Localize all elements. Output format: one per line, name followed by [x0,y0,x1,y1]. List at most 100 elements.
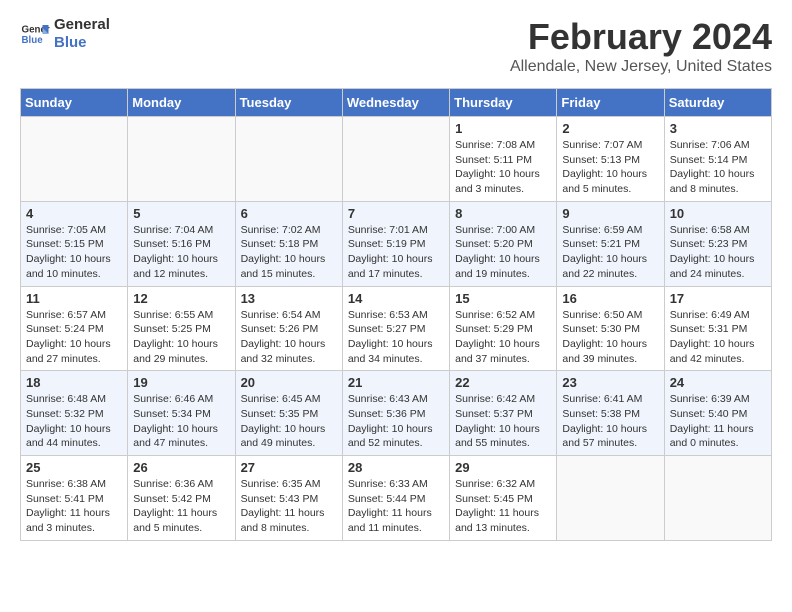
col-header-thursday: Thursday [450,89,557,117]
day-info: Sunrise: 6:48 AMSunset: 5:32 PMDaylight:… [26,392,122,451]
calendar-week-2: 4 Sunrise: 7:05 AMSunset: 5:15 PMDaylight… [21,201,772,286]
day-number: 21 [348,375,444,390]
calendar-day: 16Sunrise: 6:50 AMSunset: 5:30 PMDayligh… [557,286,664,371]
calendar-day: 22 Sunrise: 6:42 AMSunset: 5:37 PMDayligh… [450,371,557,456]
calendar-day: 11 Sunrise: 6:57 AMSunset: 5:24 PMDayligh… [21,286,128,371]
calendar-day: 10 Sunrise: 6:58 AMSunset: 5:23 PMDayligh… [664,201,771,286]
day-number: 4 [26,206,122,221]
calendar-day: 24 Sunrise: 6:39 AMSunset: 5:40 PMDayligh… [664,371,771,456]
day-number: 14 [348,291,444,306]
calendar-day: 8Sunrise: 7:00 AMSunset: 5:20 PMDaylight… [450,201,557,286]
day-number: 23 [562,375,658,390]
day-info: Sunrise: 6:57 AMSunset: 5:24 PMDaylight:… [26,308,122,367]
calendar-week-3: 11 Sunrise: 6:57 AMSunset: 5:24 PMDayligh… [21,286,772,371]
day-number: 12 [133,291,229,306]
day-info: Sunrise: 6:53 AMSunset: 5:27 PMDaylight:… [348,308,444,367]
logo: General Blue General Blue [20,16,110,52]
day-number: 22 [455,375,551,390]
calendar-day: 18 Sunrise: 6:48 AMSunset: 5:32 PMDayligh… [21,371,128,456]
calendar-day: 1 Sunrise: 7:08 AMSunset: 5:11 PMDaylight… [450,117,557,202]
calendar-week-1: 1 Sunrise: 7:08 AMSunset: 5:11 PMDaylight… [21,117,772,202]
day-info: Sunrise: 6:54 AMSunset: 5:26 PMDaylight:… [241,308,337,367]
day-info: Sunrise: 6:59 AMSunset: 5:21 PMDaylight:… [562,223,658,282]
month-title: February 2024 [510,16,772,58]
calendar-day: 15Sunrise: 6:52 AMSunset: 5:29 PMDayligh… [450,286,557,371]
day-number: 17 [670,291,766,306]
day-info: Sunrise: 6:38 AMSunset: 5:41 PMDaylight:… [26,477,122,536]
day-info: Sunrise: 7:05 AMSunset: 5:15 PMDaylight:… [26,223,122,282]
calendar-day [128,117,235,202]
day-number: 2 [562,121,658,136]
col-header-sunday: Sunday [21,89,128,117]
day-number: 28 [348,460,444,475]
day-number: 10 [670,206,766,221]
location-title: Allendale, New Jersey, United States [510,58,772,76]
col-header-saturday: Saturday [664,89,771,117]
day-info: Sunrise: 7:01 AMSunset: 5:19 PMDaylight:… [348,223,444,282]
calendar-day: 17Sunrise: 6:49 AMSunset: 5:31 PMDayligh… [664,286,771,371]
day-number: 13 [241,291,337,306]
calendar-day: 14 Sunrise: 6:53 AMSunset: 5:27 PMDayligh… [342,286,449,371]
day-number: 24 [670,375,766,390]
calendar-day: 13 Sunrise: 6:54 AMSunset: 5:26 PMDayligh… [235,286,342,371]
logo-text-blue: Blue [54,34,110,52]
logo-icon: General Blue [20,19,50,49]
calendar-day: 26 Sunrise: 6:36 AMSunset: 5:42 PMDayligh… [128,456,235,541]
calendar-table: SundayMondayTuesdayWednesdayThursdayFrid… [20,88,772,541]
calendar-day [235,117,342,202]
calendar-day: 4 Sunrise: 7:05 AMSunset: 5:15 PMDaylight… [21,201,128,286]
day-number: 11 [26,291,122,306]
day-info: Sunrise: 7:07 AMSunset: 5:13 PMDaylight:… [562,138,658,197]
day-info: Sunrise: 6:45 AMSunset: 5:35 PMDaylight:… [241,392,337,451]
day-number: 6 [241,206,337,221]
day-number: 1 [455,121,551,136]
day-number: 19 [133,375,229,390]
day-info: Sunrise: 7:08 AMSunset: 5:11 PMDaylight:… [455,138,551,197]
day-number: 18 [26,375,122,390]
day-number: 25 [26,460,122,475]
day-info: Sunrise: 6:41 AMSunset: 5:38 PMDaylight:… [562,392,658,451]
calendar-day [21,117,128,202]
day-number: 16 [562,291,658,306]
day-info: Sunrise: 6:55 AMSunset: 5:25 PMDaylight:… [133,308,229,367]
calendar-day: 3Sunrise: 7:06 AMSunset: 5:14 PMDaylight… [664,117,771,202]
svg-text:Blue: Blue [22,35,44,46]
calendar-day: 28 Sunrise: 6:33 AMSunset: 5:44 PMDayligh… [342,456,449,541]
calendar-day [342,117,449,202]
day-number: 5 [133,206,229,221]
day-info: Sunrise: 6:33 AMSunset: 5:44 PMDaylight:… [348,477,444,536]
calendar-week-4: 18 Sunrise: 6:48 AMSunset: 5:32 PMDayligh… [21,371,772,456]
calendar-day: 27Sunrise: 6:35 AMSunset: 5:43 PMDayligh… [235,456,342,541]
day-info: Sunrise: 6:35 AMSunset: 5:43 PMDaylight:… [241,477,337,536]
day-info: Sunrise: 6:42 AMSunset: 5:37 PMDaylight:… [455,392,551,451]
calendar-day: 21 Sunrise: 6:43 AMSunset: 5:36 PMDayligh… [342,371,449,456]
calendar-day: 29Sunrise: 6:32 AMSunset: 5:45 PMDayligh… [450,456,557,541]
calendar-day: 12 Sunrise: 6:55 AMSunset: 5:25 PMDayligh… [128,286,235,371]
logo-text-general: General [54,16,110,34]
day-number: 15 [455,291,551,306]
col-header-tuesday: Tuesday [235,89,342,117]
day-info: Sunrise: 6:46 AMSunset: 5:34 PMDaylight:… [133,392,229,451]
calendar-day [557,456,664,541]
day-info: Sunrise: 7:02 AMSunset: 5:18 PMDaylight:… [241,223,337,282]
day-info: Sunrise: 6:39 AMSunset: 5:40 PMDaylight:… [670,392,766,451]
page-header: General Blue General Blue February 2024 … [20,16,772,76]
col-header-monday: Monday [128,89,235,117]
calendar-day: 2 Sunrise: 7:07 AMSunset: 5:13 PMDaylight… [557,117,664,202]
calendar-day: 5Sunrise: 7:04 AMSunset: 5:16 PMDaylight… [128,201,235,286]
header-row: SundayMondayTuesdayWednesdayThursdayFrid… [21,89,772,117]
calendar-week-5: 25 Sunrise: 6:38 AMSunset: 5:41 PMDayligh… [21,456,772,541]
day-number: 20 [241,375,337,390]
day-number: 26 [133,460,229,475]
day-info: Sunrise: 6:36 AMSunset: 5:42 PMDaylight:… [133,477,229,536]
col-header-wednesday: Wednesday [342,89,449,117]
day-info: Sunrise: 7:00 AMSunset: 5:20 PMDaylight:… [455,223,551,282]
calendar-day [664,456,771,541]
calendar-day: 6 Sunrise: 7:02 AMSunset: 5:18 PMDaylight… [235,201,342,286]
day-info: Sunrise: 6:58 AMSunset: 5:23 PMDaylight:… [670,223,766,282]
calendar-day: 7 Sunrise: 7:01 AMSunset: 5:19 PMDaylight… [342,201,449,286]
day-number: 7 [348,206,444,221]
day-info: Sunrise: 6:43 AMSunset: 5:36 PMDaylight:… [348,392,444,451]
calendar-day: 9Sunrise: 6:59 AMSunset: 5:21 PMDaylight… [557,201,664,286]
day-info: Sunrise: 7:06 AMSunset: 5:14 PMDaylight:… [670,138,766,197]
